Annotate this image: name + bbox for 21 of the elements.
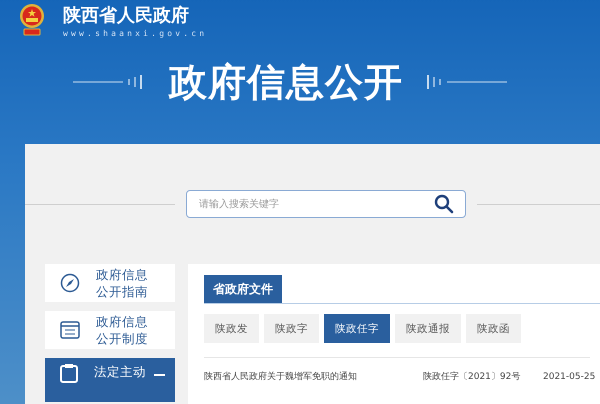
document-link[interactable]: 陕西省人民政府关于魏增军免职的通知 (204, 370, 423, 383)
filter-button[interactable]: 陕政发 (204, 314, 259, 343)
filter-button[interactable]: 陕政通报 (395, 314, 461, 343)
sidebar-item[interactable]: 政府信息 公开制度 (45, 311, 175, 349)
search-field[interactable]: 请输入搜索关键字 (186, 190, 466, 218)
compass-icon (60, 273, 80, 293)
sidebar-item[interactable]: 政府信息 公开指南 (45, 264, 175, 302)
decorative-lines-drawing (73, 75, 145, 90)
list-icon (60, 321, 80, 339)
document-date: 2021-05-25 (543, 372, 596, 382)
sidebar-item[interactable]: 法定主动 (45, 358, 175, 402)
filter-button[interactable]: 陕政字 (264, 314, 319, 343)
document-number: 陕政任字〔2021〕92号 (423, 370, 522, 383)
filter-button[interactable]: 陕政函 (466, 314, 521, 343)
site-title[interactable]: 陕西省人民政府 (63, 4, 208, 27)
site-url: www.shaanxi.gov.cn (63, 28, 208, 38)
search-icon[interactable] (434, 194, 454, 214)
tab[interactable]: 省政府文件 (204, 275, 282, 303)
page-title: 政府信息公开 (169, 60, 403, 104)
filter-button[interactable]: 陕政任字 (324, 314, 390, 343)
clipboard-icon (60, 363, 78, 383)
